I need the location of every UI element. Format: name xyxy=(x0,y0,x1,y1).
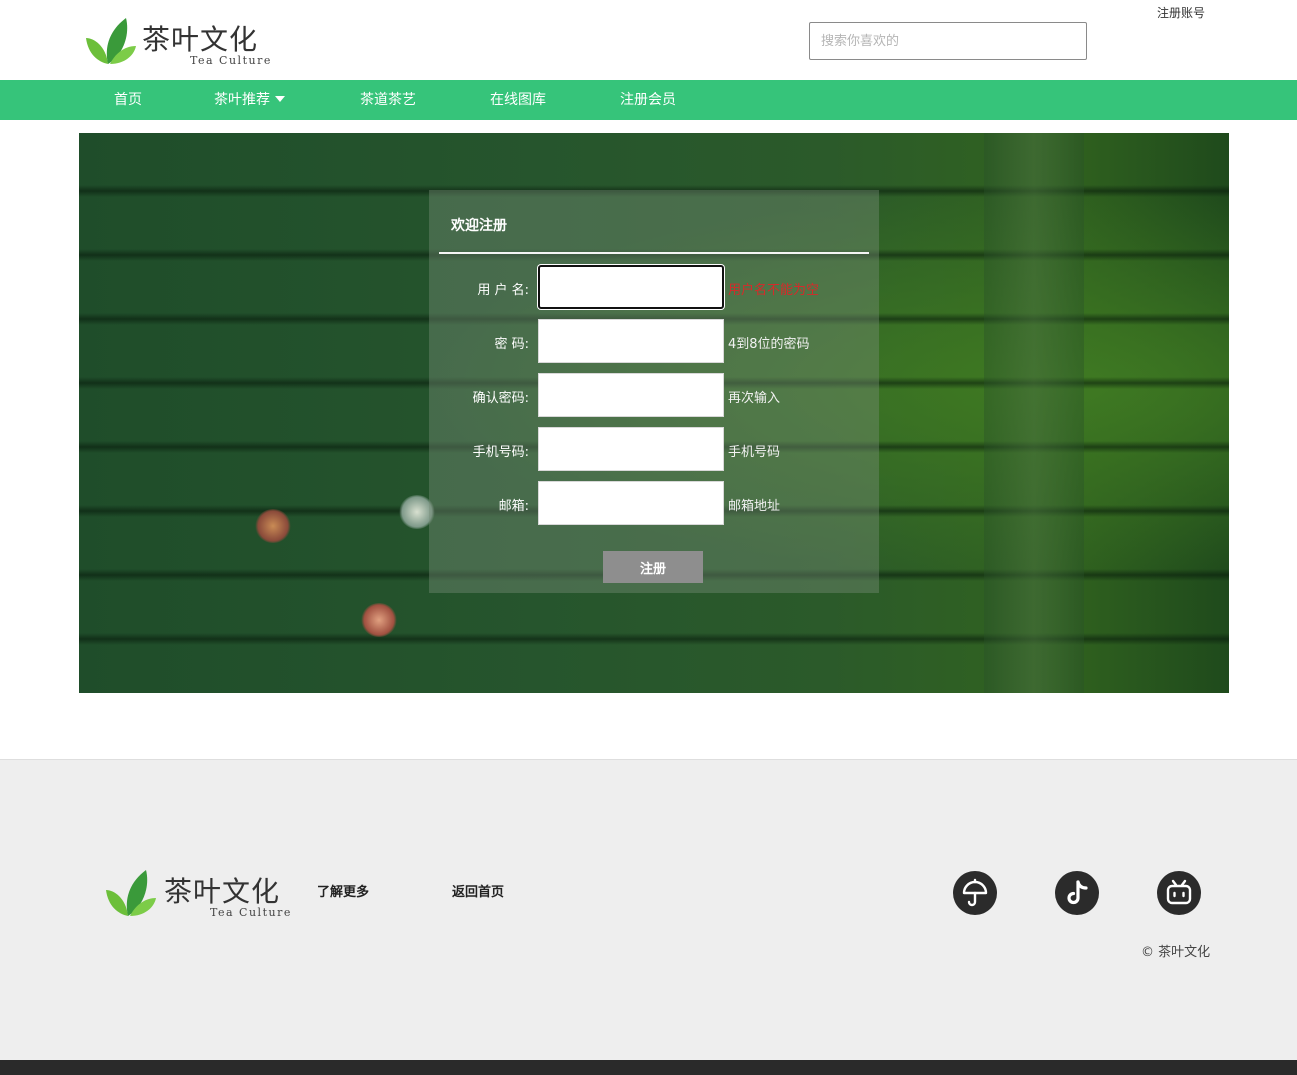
email-hint: 邮箱地址 xyxy=(728,499,781,514)
confirm-password-field[interactable] xyxy=(538,373,724,417)
site-footer: 茶叶文化 Tea Culture 了解更多 返回首页 © 茶叶文化 xyxy=(0,759,1297,1060)
username-error-hint: 用户名不能为空 xyxy=(728,283,820,298)
nav-item-label: 茶叶推荐 xyxy=(214,92,270,108)
confirm-password-hint: 再次输入 xyxy=(728,391,781,406)
logo-name: 茶叶文化 xyxy=(142,23,259,56)
site-header: 茶叶文化 Tea Culture 注册账号 xyxy=(0,0,1297,80)
copyright-text: © 茶叶文化 xyxy=(1141,945,1211,960)
username-label: 用 户 名: xyxy=(477,283,529,298)
phone-field[interactable] xyxy=(538,427,724,471)
email-label: 邮箱: xyxy=(498,499,529,514)
register-form: 欢迎注册 用 户 名: 用户名不能为空 密 码: 4到8位的密码 确认密码: 再… xyxy=(429,190,879,593)
site-logo[interactable]: 茶叶文化 Tea Culture xyxy=(80,14,270,70)
hero-banner: 欢迎注册 用 户 名: 用户名不能为空 密 码: 4到8位的密码 确认密码: 再… xyxy=(79,133,1229,693)
main-nav: 首页 茶叶推荐 茶道茶艺 在线图库 注册会员 xyxy=(0,80,1297,120)
tea-leaf-icon xyxy=(106,870,156,916)
footer-logo-name: 茶叶文化 xyxy=(164,875,281,908)
learn-more-link[interactable]: 了解更多 xyxy=(317,881,369,900)
tea-picker-figure xyxy=(361,603,397,637)
footer-logo[interactable]: 茶叶文化 Tea Culture xyxy=(100,866,290,922)
form-divider xyxy=(439,252,869,254)
register-submit-button[interactable]: 注册 xyxy=(603,551,703,583)
bilibili-icon[interactable] xyxy=(1157,871,1201,915)
username-field[interactable] xyxy=(538,265,724,309)
email-field[interactable] xyxy=(538,481,724,525)
nav-item-home[interactable]: 首页 xyxy=(114,80,142,120)
confirm-password-label: 确认密码: xyxy=(472,391,529,406)
umbrella-icon[interactable] xyxy=(953,871,997,915)
banner-tree-strip xyxy=(984,133,1084,693)
bottom-bar xyxy=(0,1060,1297,1075)
password-field[interactable] xyxy=(538,319,724,363)
nav-item-register-member[interactable]: 注册会员 xyxy=(620,80,676,120)
password-label: 密 码: xyxy=(494,337,529,352)
form-title: 欢迎注册 xyxy=(451,218,507,234)
nav-item-tea-recommend[interactable]: 茶叶推荐 xyxy=(214,80,285,120)
phone-hint: 手机号码 xyxy=(728,445,781,460)
tea-leaf-icon xyxy=(86,18,136,64)
footer-logo-subtitle: Tea Culture xyxy=(210,906,292,919)
nav-item-tea-ceremony[interactable]: 茶道茶艺 xyxy=(360,80,416,120)
caret-down-icon xyxy=(275,96,285,102)
nav-item-gallery[interactable]: 在线图库 xyxy=(490,80,546,120)
tiktok-icon[interactable] xyxy=(1055,871,1099,915)
register-account-link[interactable]: 注册账号 xyxy=(1157,4,1205,21)
back-home-link[interactable]: 返回首页 xyxy=(452,881,504,900)
phone-label: 手机号码: xyxy=(472,445,529,460)
logo-subtitle: Tea Culture xyxy=(190,54,272,67)
tea-picker-figure xyxy=(255,509,291,543)
search-input[interactable] xyxy=(809,22,1087,60)
password-hint: 4到8位的密码 xyxy=(728,337,810,352)
